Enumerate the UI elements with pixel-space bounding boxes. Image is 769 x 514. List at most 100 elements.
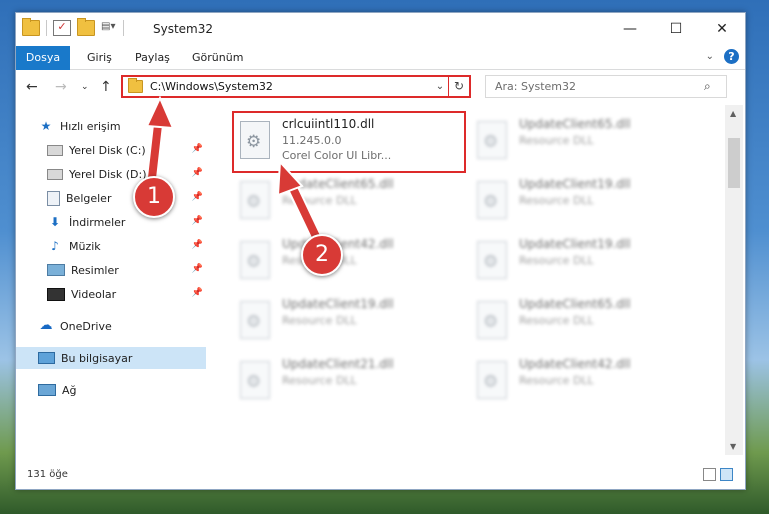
pin-icon[interactable]: 📌 xyxy=(192,216,203,226)
scroll-down-icon[interactable]: ▼ xyxy=(730,442,736,451)
search-input[interactable]: Ara: System32 xyxy=(495,80,704,93)
sidebar-item-music[interactable]: ♪ Müzik 📌 xyxy=(16,235,206,257)
file-item[interactable]: UpdateClient42.dll Resource DLL xyxy=(234,233,464,291)
sidebar-item-pictures[interactable]: Resimler 📌 xyxy=(16,259,206,281)
dll-file-icon xyxy=(477,361,507,399)
sidebar-item-downloads[interactable]: ⬇ İndirmeler 📌 xyxy=(16,211,206,233)
cloud-icon: ☁ xyxy=(39,318,53,333)
minimize-button[interactable]: — xyxy=(607,13,653,45)
sidebar-item-label: Ağ xyxy=(62,383,77,397)
properties-icon[interactable]: ✓ xyxy=(53,20,71,36)
search-box[interactable]: Ara: System32 ⌕ xyxy=(485,75,727,98)
toolbar-divider xyxy=(123,20,124,36)
sidebar-item-label: Hızlı erişim xyxy=(60,119,121,133)
address-dropdown-icon[interactable]: ⌄ xyxy=(432,81,448,92)
sidebar-item-label: Bu bilgisayar xyxy=(61,351,133,365)
sidebar-item-onedrive[interactable]: ☁ OneDrive xyxy=(16,315,206,337)
file-name: UpdateClient65.dll xyxy=(519,117,631,131)
address-path[interactable]: C:\Windows\System32 xyxy=(150,80,432,93)
up-arrow-icon[interactable]: ↑ xyxy=(100,79,112,95)
file-description: Corel Color UI Libr... xyxy=(282,149,392,162)
scroll-up-icon[interactable]: ▲ xyxy=(730,109,736,118)
file-name: UpdateClient19.dll xyxy=(282,297,394,311)
sidebar-item-label: OneDrive xyxy=(60,319,112,333)
tiles-view-icon[interactable] xyxy=(720,468,733,481)
dll-file-icon xyxy=(240,301,270,339)
expand-ribbon-icon[interactable]: ⌄ xyxy=(706,51,714,62)
file-item[interactable]: UpdateClient42.dll Resource DLL xyxy=(471,353,701,411)
forward-arrow-icon[interactable]: → xyxy=(55,79,67,95)
pin-icon[interactable]: 📌 xyxy=(192,168,203,178)
tab-home[interactable]: Giriş xyxy=(87,46,112,69)
sidebar-item-videos[interactable]: Videolar 📌 xyxy=(16,283,206,305)
navigation-pane: ★ Hızlı erişim Yerel Disk (C:) 📌 Yerel D… xyxy=(16,105,209,455)
help-icon[interactable]: ? xyxy=(724,49,739,64)
sidebar-item-label: Müzik xyxy=(69,239,101,253)
status-bar: 131 öğe xyxy=(16,463,745,489)
dll-file-icon xyxy=(477,121,507,159)
customize-toolbar-icon[interactable]: ▤▾ xyxy=(101,21,117,35)
refresh-icon[interactable]: ↻ xyxy=(448,77,469,96)
dll-file-icon xyxy=(477,241,507,279)
file-type: Resource DLL xyxy=(282,314,357,327)
sidebar-item-quick-access[interactable]: ★ Hızlı erişim xyxy=(16,115,206,137)
scroll-thumb[interactable] xyxy=(728,138,740,188)
pin-icon[interactable]: 📌 xyxy=(192,240,203,250)
videos-icon xyxy=(47,287,65,301)
file-name: UpdateClient42.dll xyxy=(519,357,631,371)
download-icon: ⬇ xyxy=(49,215,61,229)
file-type: Resource DLL xyxy=(519,374,594,387)
pin-icon[interactable]: 📌 xyxy=(192,288,203,298)
sidebar-item-this-pc[interactable]: Bu bilgisayar xyxy=(16,347,206,369)
item-count: 131 öğe xyxy=(27,469,68,480)
sidebar-item-network[interactable]: Ağ xyxy=(16,379,206,401)
annotation-badge-1: 1 xyxy=(133,176,175,218)
file-name: UpdateClient19.dll xyxy=(519,177,631,191)
file-item[interactable]: UpdateClient19.dll Resource DLL xyxy=(471,233,701,291)
file-name: UpdateClient21.dll xyxy=(282,357,394,371)
sidebar-item-documents[interactable]: Belgeler 📌 xyxy=(16,187,206,209)
tab-view[interactable]: Görünüm xyxy=(192,46,243,69)
sidebar-item-label: Resimler xyxy=(71,263,119,277)
dll-file-icon xyxy=(477,301,507,339)
documents-icon xyxy=(47,190,60,206)
annotation-badge-2: 2 xyxy=(301,234,343,276)
pin-icon[interactable]: 📌 xyxy=(192,144,203,154)
file-item-crlcuiintl110[interactable]: crlcuiintl110.dll 11.245.0.0 Corel Color… xyxy=(232,111,466,173)
dll-file-icon xyxy=(240,121,270,159)
file-item[interactable]: UpdateClient21.dll Resource DLL xyxy=(234,353,464,411)
explorer-window: ✓ ▤▾ System32 — ☐ ✕ Dosya Giriş Paylaş G… xyxy=(15,12,746,490)
file-type: Resource DLL xyxy=(519,194,594,207)
file-name: crlcuiintl110.dll xyxy=(282,117,375,131)
ribbon-right: ⌄ ? xyxy=(706,49,739,64)
file-type: Resource DLL xyxy=(282,194,357,207)
close-button[interactable]: ✕ xyxy=(699,13,745,45)
sidebar-item-disk-d[interactable]: Yerel Disk (D:) 📌 xyxy=(16,163,206,185)
search-icon[interactable]: ⌕ xyxy=(704,79,718,94)
file-item[interactable]: UpdateClient65.dll Resource DLL xyxy=(234,173,464,231)
details-view-icon[interactable] xyxy=(703,468,716,481)
file-item[interactable]: UpdateClient65.dll Resource DLL xyxy=(471,113,701,171)
drive-icon xyxy=(47,144,63,156)
vertical-scrollbar[interactable]: ▲ ▼ xyxy=(725,105,743,455)
sidebar-item-disk-c[interactable]: Yerel Disk (C:) 📌 xyxy=(16,139,206,161)
network-icon xyxy=(38,384,56,396)
pin-icon[interactable]: 📌 xyxy=(192,192,203,202)
navigation-bar: ← → ⌄ ↑ C:\Windows\System32 ⌄ ↻ Ara: Sys… xyxy=(16,70,745,104)
file-item[interactable]: UpdateClient19.dll Resource DLL xyxy=(234,293,464,351)
file-name: UpdateClient65.dll xyxy=(519,297,631,311)
music-icon: ♪ xyxy=(51,239,59,253)
pin-icon[interactable]: 📌 xyxy=(192,264,203,274)
back-arrow-icon[interactable]: ← xyxy=(26,79,38,95)
tab-share[interactable]: Paylaş xyxy=(135,46,170,69)
file-list: crlcuiintl110.dll 11.245.0.0 Corel Color… xyxy=(209,105,725,455)
maximize-button[interactable]: ☐ xyxy=(653,13,699,45)
dll-file-icon xyxy=(240,181,270,219)
file-item[interactable]: UpdateClient19.dll Resource DLL xyxy=(471,173,701,231)
title-bar: ✓ ▤▾ System32 — ☐ ✕ xyxy=(16,13,745,46)
recent-locations-icon[interactable]: ⌄ xyxy=(81,82,89,92)
address-bar[interactable]: C:\Windows\System32 ⌄ ↻ xyxy=(121,75,471,98)
new-folder-icon[interactable] xyxy=(77,18,95,36)
view-buttons xyxy=(703,468,733,481)
file-item[interactable]: UpdateClient65.dll Resource DLL xyxy=(471,293,701,351)
